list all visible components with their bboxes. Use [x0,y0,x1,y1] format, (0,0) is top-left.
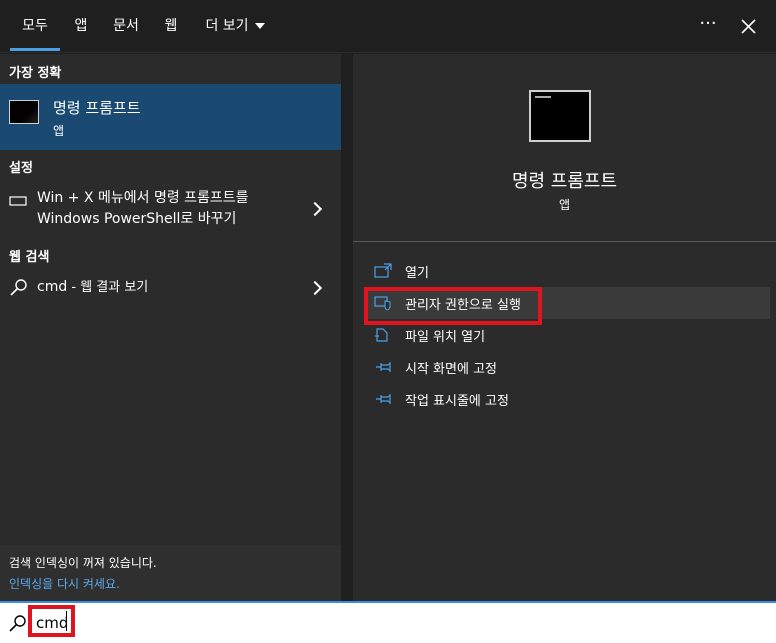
tab-documents[interactable]: 문서 [106,0,146,53]
tab-all[interactable]: 모두 [10,0,60,53]
indexing-notice: 검색 인덱싱이 꺼져 있습니다. 인덱싱을 다시 켜세요. [0,545,341,601]
settings-item[interactable]: Win + X 메뉴에서 명령 프롬프트를 Windows PowerShell… [0,186,341,234]
action-open-file-location[interactable]: 파일 위치 열기 [366,319,770,351]
preview-app-subtitle: 앱 [558,198,571,212]
web-search-header: 웹 검색 [9,250,50,265]
preview-app-title: 명령 프롬프트 [511,171,618,192]
close-icon [741,19,756,34]
action-open[interactable]: 열기 [366,255,770,287]
text-caret [66,611,67,631]
tab-more-label: 더 보기 [205,18,249,34]
filter-tabbar: 모두 앱 문서 웹 더 보기 ··· [0,0,776,53]
tab-web[interactable]: 웹 [156,0,186,53]
web-search-suffix: - 웹 결과 보기 [67,280,149,295]
search-icon [9,615,26,632]
chevron-right-icon [307,201,323,217]
action-open-file-location-label: 파일 위치 열기 [405,330,486,345]
action-open-label: 열기 [405,266,429,281]
best-match-header: 가장 정확 [9,66,62,81]
search-icon [10,279,27,296]
action-pin-to-start-label: 시작 화면에 고정 [405,362,497,377]
close-button[interactable] [734,12,762,40]
command-prompt-icon [9,100,39,124]
web-search-text: cmd - 웹 결과 보기 [37,277,148,298]
search-bar [0,601,776,643]
indexing-status-text: 검색 인덱싱이 꺼져 있습니다. [9,556,157,570]
indexing-enable-link[interactable]: 인덱싱을 다시 켜세요. [9,575,120,592]
action-run-as-admin-label: 관리자 권한으로 실행 [405,298,521,313]
open-icon [374,263,392,278]
preview-pane: 명령 프롬프트 앱 열기 관리자 권한으로 실행 파일 위치 열기 시작 화면에… [353,54,776,601]
best-match-title: 명령 프롬프트 [53,99,141,117]
web-search-query: cmd [37,279,68,295]
display-icon [9,196,27,206]
file-location-icon [375,328,388,342]
action-pin-to-taskbar-label: 작업 표시줄에 고정 [405,394,509,409]
settings-item-line1: Win + X 메뉴에서 명령 프롬프트를 [37,190,249,206]
best-match-item[interactable]: 명령 프롬프트 앱 [0,84,341,150]
action-pin-to-taskbar[interactable]: 작업 표시줄에 고정 [366,383,770,415]
chevron-right-icon [307,280,323,296]
settings-item-line2: Windows PowerShell로 바꾸기 [37,211,237,227]
tab-more[interactable]: 더 보기 [198,0,272,53]
chevron-down-icon [254,23,265,29]
results-pane: 가장 정확 명령 프롬프트 앱 설정 Win + X 메뉴에서 명령 프롬프트를… [0,54,341,601]
shield-icon [374,296,391,311]
pin-icon [376,393,391,405]
tab-apps[interactable]: 앱 [66,0,96,53]
web-search-item[interactable]: cmd - 웹 결과 보기 [0,274,341,302]
more-options-button[interactable]: ··· [694,12,722,40]
action-pin-to-start[interactable]: 시작 화면에 고정 [366,351,770,383]
command-prompt-large-icon [529,90,591,142]
pin-icon [376,361,391,373]
settings-header: 설정 [9,161,33,176]
divider [353,241,776,242]
best-match-subtitle: 앱 [53,124,65,138]
action-run-as-admin[interactable]: 관리자 권한으로 실행 [366,287,770,319]
